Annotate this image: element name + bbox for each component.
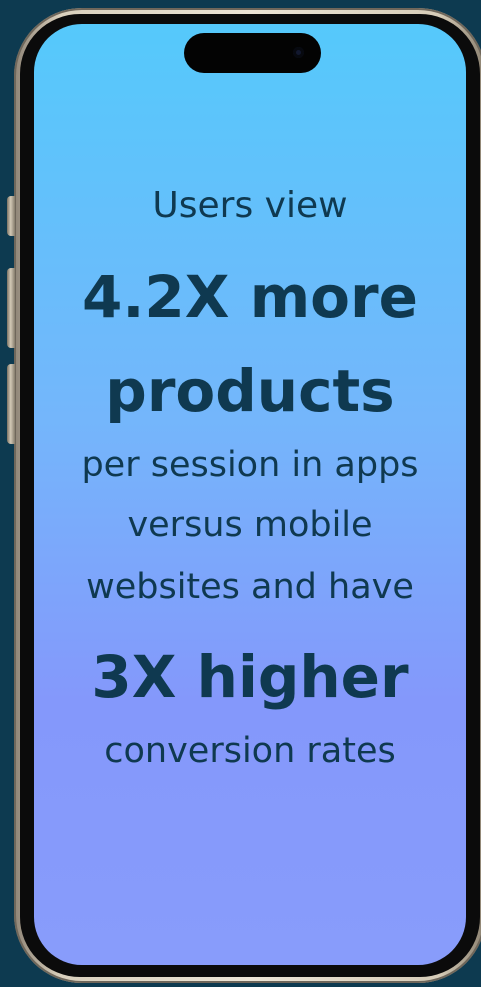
statistic-line: conversion rates (104, 731, 396, 771)
statistic-line: Users view (152, 185, 348, 226)
statistic-line: websites and have (86, 567, 414, 607)
phone-screen: Users view 4.2X more products per sessio… (34, 24, 466, 965)
statistic-line: per session in apps (81, 445, 419, 485)
side-button (7, 196, 15, 236)
statistic-line: versus mobile (127, 505, 373, 545)
statistic-line: products (105, 357, 395, 425)
screen-content: Users view 4.2X more products per sessio… (34, 24, 466, 965)
volume-up-button (7, 268, 15, 348)
statistic-line: 4.2X more (82, 263, 418, 331)
statistic-line: 3X higher (91, 643, 409, 711)
volume-down-button (7, 364, 15, 444)
